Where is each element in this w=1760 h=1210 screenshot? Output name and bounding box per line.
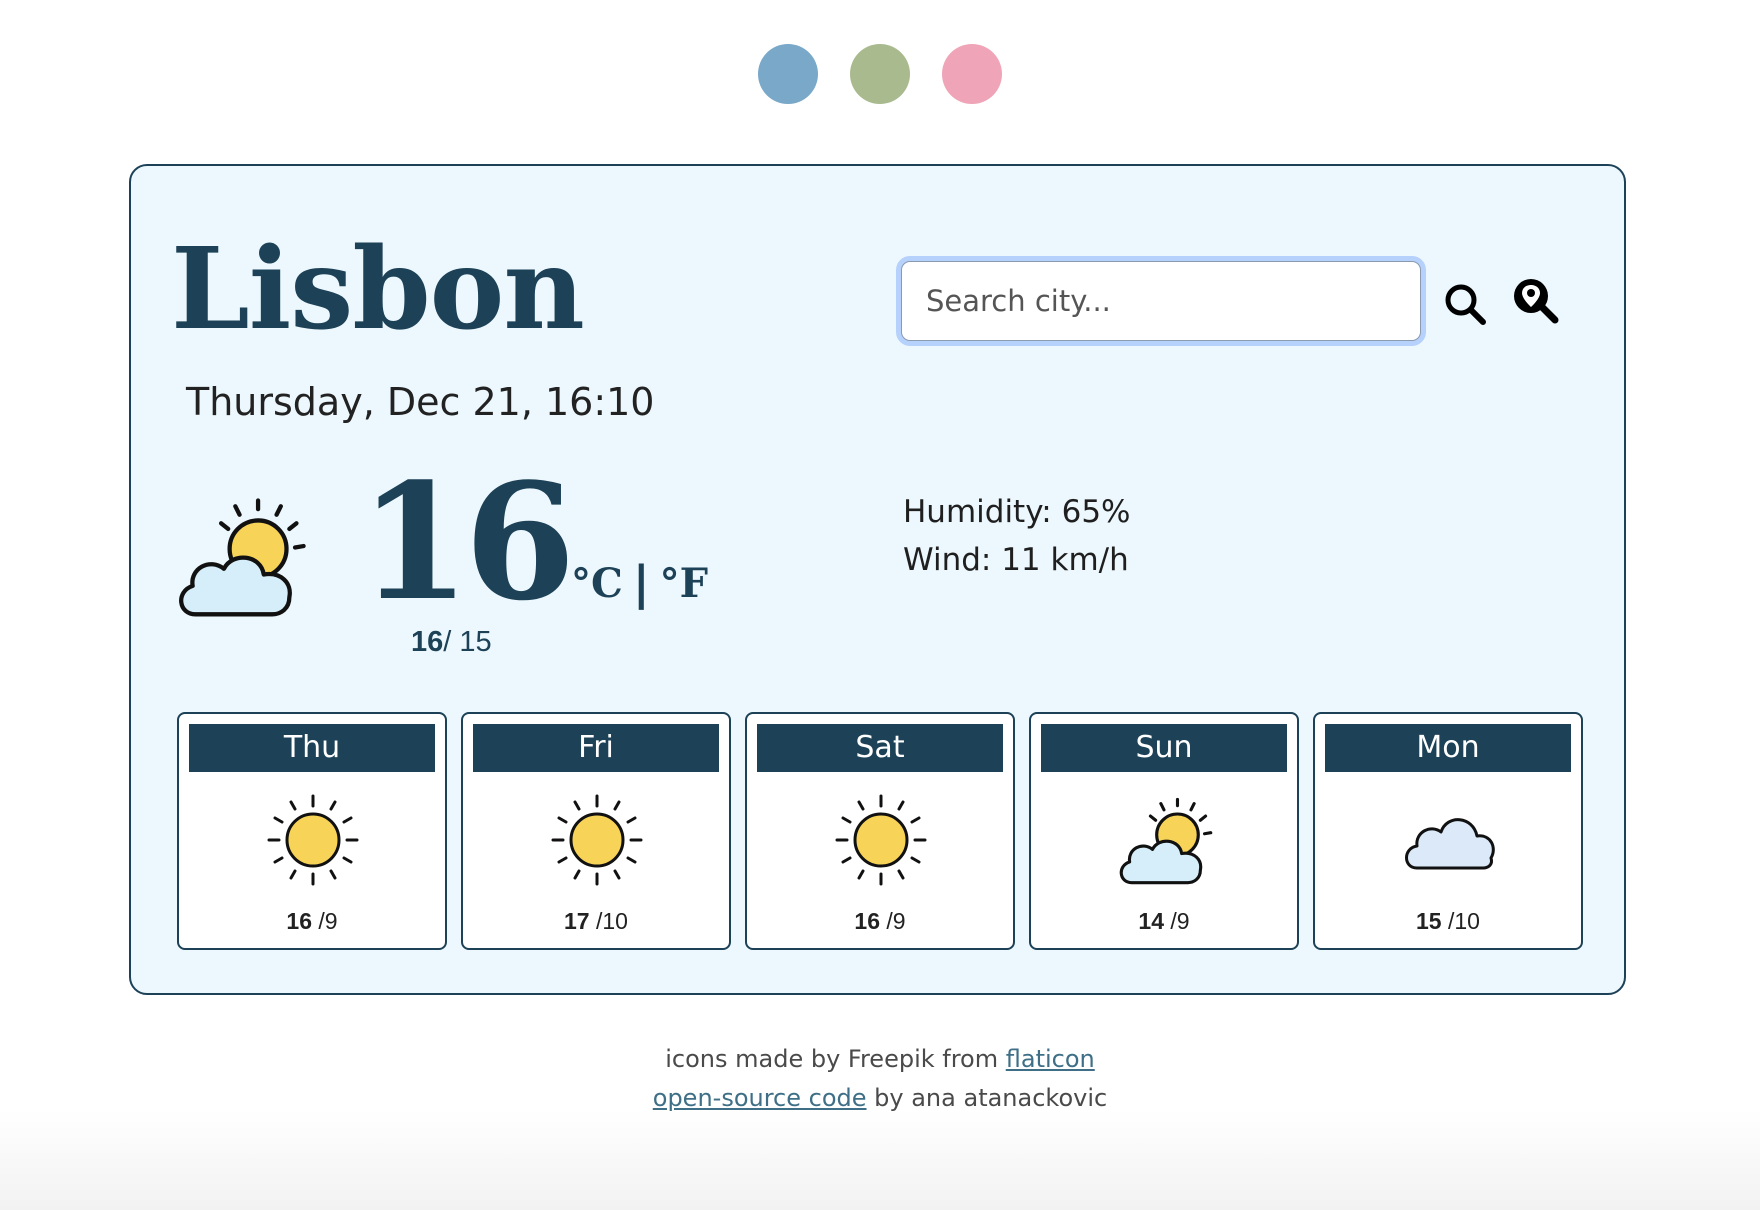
search-button[interactable] xyxy=(1441,280,1489,328)
forecast-day: Sun 14 /9 xyxy=(1029,712,1299,950)
city-name: Lisbon xyxy=(171,224,585,355)
forecast-day-name: Mon xyxy=(1325,724,1571,772)
forecast-day-name: Sat xyxy=(757,724,1003,772)
unit-separator: | xyxy=(632,556,650,610)
forecast-max: 16 xyxy=(854,908,880,934)
forecast-temp: 17 /10 xyxy=(463,908,729,935)
forecast-day: Sat 16 /9 xyxy=(745,712,1015,950)
unit-toggle: °C | °F xyxy=(571,556,708,610)
forecast-day: Thu 16 /9 xyxy=(177,712,447,950)
forecast-temp: 16 /9 xyxy=(179,908,445,935)
today-max: 16 xyxy=(411,626,444,658)
forecast-min: /10 xyxy=(589,908,628,934)
forecast: Thu 16 /9 Fri 17 /10 Sat 16 /9 Sun 14 /9… xyxy=(177,712,1583,950)
flaticon-link[interactable]: flaticon xyxy=(1006,1045,1095,1073)
humidity: Humidity: 65% xyxy=(903,494,1131,530)
theme-pink-button[interactable] xyxy=(942,44,1002,104)
forecast-max: 16 xyxy=(286,908,312,934)
forecast-min: /9 xyxy=(312,908,338,934)
forecast-max: 14 xyxy=(1138,908,1164,934)
search-input[interactable] xyxy=(901,261,1421,341)
today-min: / 15 xyxy=(443,626,492,658)
theme-selector xyxy=(0,44,1760,104)
celsius-link[interactable]: °C xyxy=(571,560,623,607)
location-search-icon xyxy=(1514,279,1559,324)
forecast-max: 15 xyxy=(1416,908,1442,934)
footer-credits-text: icons made by Freepik from xyxy=(665,1045,1006,1073)
forecast-temp: 16 /9 xyxy=(747,908,1013,935)
current-temperature: 16 xyxy=(359,448,576,636)
forecast-day: Fri 17 /10 xyxy=(461,712,731,950)
forecast-min: /10 xyxy=(1441,908,1480,934)
footer-credits: icons made by Freepik from flaticon xyxy=(0,1040,1760,1079)
forecast-day-name: Sun xyxy=(1041,724,1287,772)
forecast-day-name: Fri xyxy=(473,724,719,772)
footer: icons made by Freepik from flaticon open… xyxy=(0,1040,1760,1118)
weather-card: Lisbon Thursday, Dec 21, 16:10 16 °C | °… xyxy=(129,164,1626,995)
forecast-temp: 15 /10 xyxy=(1315,908,1581,935)
theme-green-button[interactable] xyxy=(850,44,910,104)
cloud-icon xyxy=(1405,818,1495,870)
forecast-temp: 14 /9 xyxy=(1031,908,1297,935)
forecast-min: /9 xyxy=(1164,908,1190,934)
sun-icon xyxy=(835,794,927,886)
forecast-day-name: Thu xyxy=(189,724,435,772)
footer-author-text: by ana atanackovic xyxy=(866,1084,1108,1112)
wind: Wind: 11 km/h xyxy=(903,542,1129,578)
search-box xyxy=(896,256,1426,346)
sun-icon xyxy=(267,794,359,886)
footer-source: open-source code by ana atanackovic xyxy=(0,1079,1760,1118)
weather-details: Humidity: 65% Wind: 11 km/h xyxy=(903,488,1131,584)
current-location-button[interactable] xyxy=(1511,276,1561,326)
forecast-min: /9 xyxy=(880,908,906,934)
source-code-link[interactable]: open-source code xyxy=(653,1084,867,1112)
fahrenheit-link[interactable]: °F xyxy=(660,560,708,607)
search-icon xyxy=(1445,284,1486,325)
sun-icon xyxy=(551,794,643,886)
partly-cloudy-icon xyxy=(1119,797,1213,885)
today-min-max: 16/ 15 xyxy=(411,626,492,659)
partly-cloudy-icon xyxy=(167,492,315,620)
theme-blue-button[interactable] xyxy=(758,44,818,104)
forecast-day: Mon 15 /10 xyxy=(1313,712,1583,950)
current-datetime: Thursday, Dec 21, 16:10 xyxy=(186,380,655,424)
forecast-max: 17 xyxy=(564,908,590,934)
